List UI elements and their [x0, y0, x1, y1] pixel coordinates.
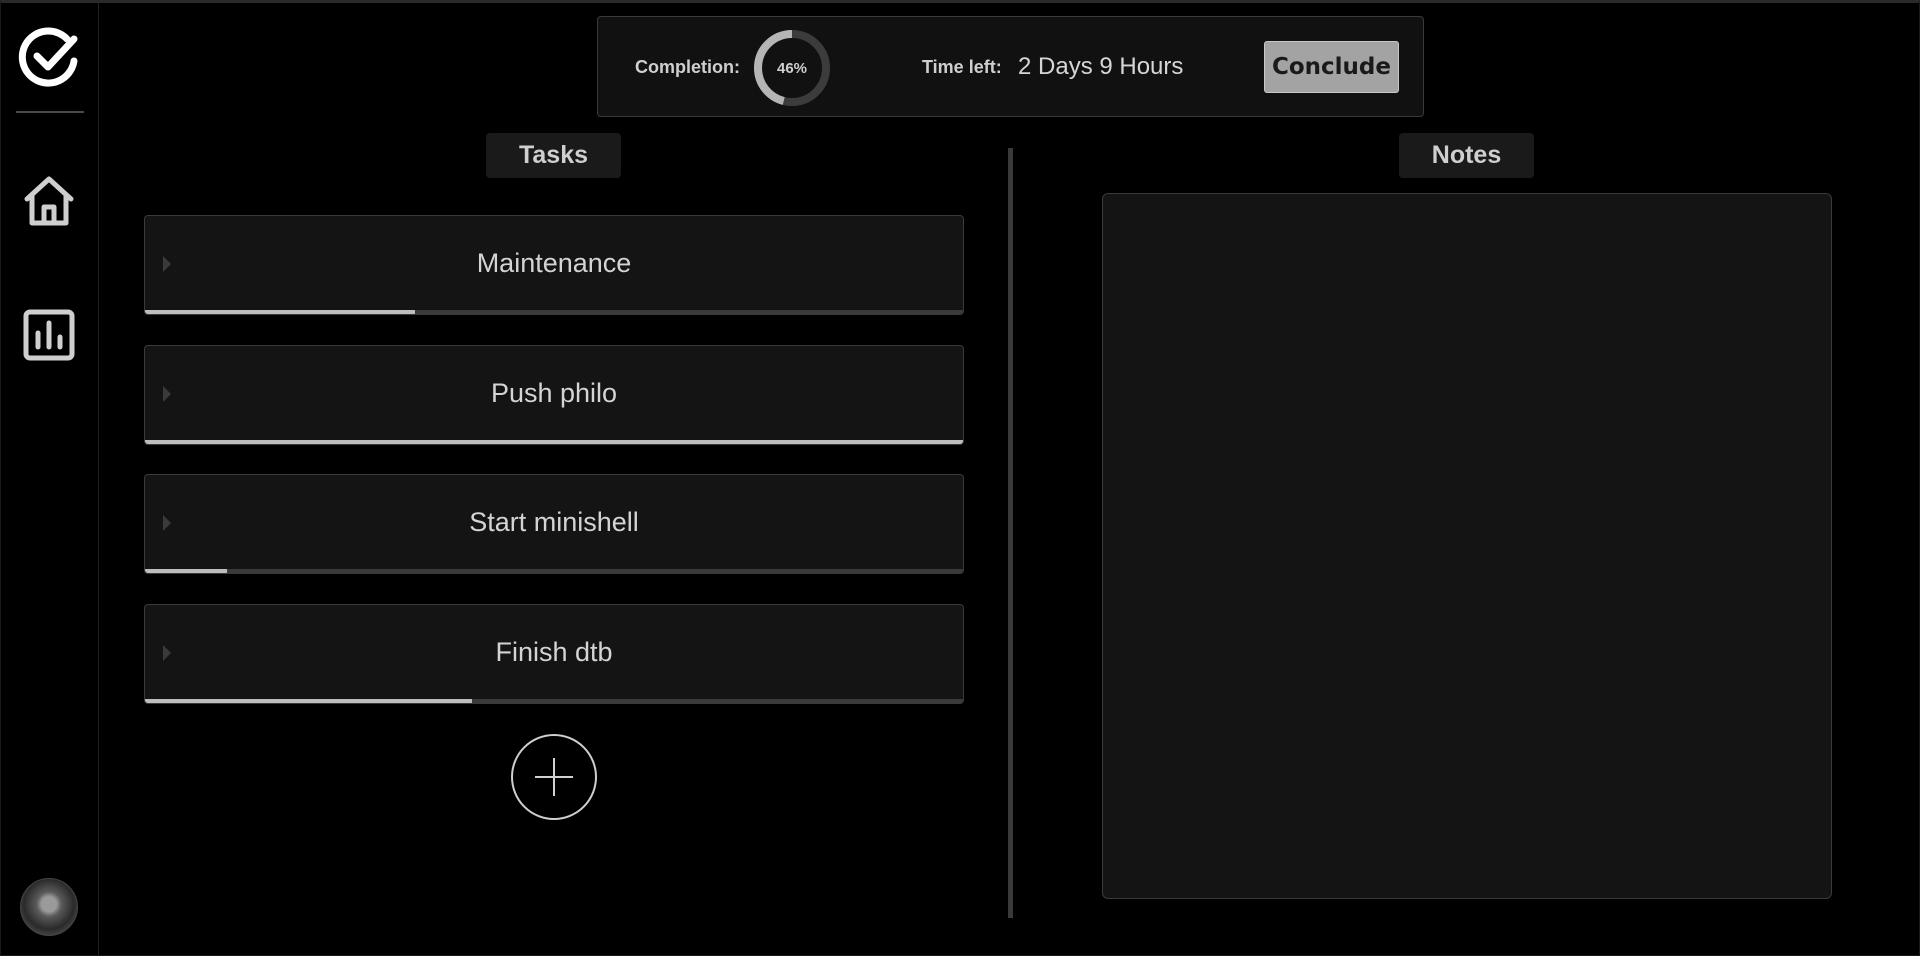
- app-window: Completion: 46% Time left: 2 Days 9 Hour…: [0, 0, 1920, 956]
- time-left-label: Time left:: [922, 57, 1002, 77]
- notes-textarea[interactable]: [1102, 193, 1832, 899]
- task-card[interactable]: Maintenance: [144, 215, 964, 315]
- task-progress-fill: [145, 699, 473, 703]
- task-title: Finish dtb: [495, 637, 613, 667]
- time-left-value: 2 Days 9 Hours: [1018, 53, 1184, 80]
- plus-icon: [535, 758, 573, 796]
- task-progress-bar: [145, 699, 963, 703]
- task-title: Push philo: [490, 378, 618, 408]
- task-progress-fill: [145, 310, 415, 314]
- notes-header: Notes: [1399, 133, 1534, 178]
- check-circle-icon[interactable]: [17, 25, 81, 89]
- status-bar: Completion: 46% Time left: 2 Days 9 Hour…: [597, 16, 1424, 117]
- task-title: Start minishell: [469, 507, 639, 537]
- bar-chart-icon[interactable]: [21, 307, 77, 363]
- tasks-header: Tasks: [486, 133, 621, 178]
- task-progress-fill: [145, 440, 963, 444]
- avatar[interactable]: [20, 878, 78, 936]
- sidebar-divider: [16, 111, 84, 113]
- column-divider: [1008, 148, 1013, 918]
- task-progress-bar: [145, 310, 963, 314]
- completion-percent: 46%: [776, 59, 808, 77]
- task-card[interactable]: Start minishell: [144, 474, 964, 574]
- completion-label: Completion:: [635, 57, 740, 77]
- task-progress-bar: [145, 569, 963, 573]
- conclude-button[interactable]: Conclude: [1264, 41, 1399, 93]
- task-card[interactable]: Finish dtb: [144, 604, 964, 704]
- task-progress-bar: [145, 440, 963, 444]
- task-card[interactable]: Push philo: [144, 345, 964, 445]
- home-icon[interactable]: [21, 173, 77, 229]
- add-task-button[interactable]: [511, 734, 597, 820]
- task-title: Maintenance: [476, 248, 632, 278]
- sidebar: [1, 3, 99, 955]
- task-progress-fill: [145, 569, 227, 573]
